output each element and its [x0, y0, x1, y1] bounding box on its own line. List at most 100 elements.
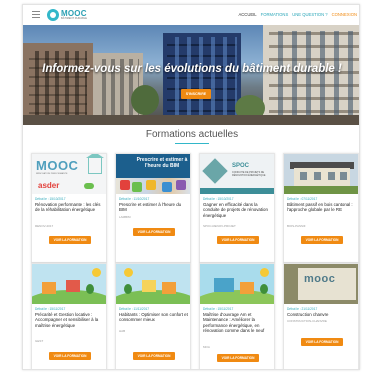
course-thumbnail: [116, 264, 190, 304]
course-card[interactable]: Prescrire et estimer à l'heure du BIM Dé…: [115, 153, 191, 263]
house-icon: [240, 282, 254, 294]
hero-title: Informez-vous sur les évolutions du bâti…: [42, 63, 342, 75]
course-thumbnail: Prescrire et estimer à l'heure du BIM: [116, 154, 190, 194]
course-title: Rénovation performante : les clés de la …: [35, 202, 101, 213]
site-logo[interactable]: MOOC BÂTIMENT DURABLE: [47, 8, 87, 22]
section-title: Formations actuelles: [145, 129, 239, 140]
course-card[interactable]: SPOC CONDUITE DE PROJETS DE RÉNOVATION É…: [199, 153, 275, 263]
hero-tree: [131, 85, 159, 115]
course-code: CONSTRUCTION-CHANVRE: [287, 319, 327, 323]
course-card[interactable]: Début le : 11/11/2017 Habitants : Optimi…: [115, 263, 191, 369]
house-icon: [42, 282, 56, 294]
spoc-logo-icon: [202, 158, 228, 184]
course-start-date: Début le : 07/11/2017: [287, 197, 318, 201]
course-start-date: Début le : 21/11/2017: [287, 307, 318, 311]
nav-connexion[interactable]: CONNEXION: [332, 12, 357, 17]
course-title: Précarité et Gestion locative : Accompag…: [35, 312, 99, 328]
course-card[interactable]: mooc Début le : 21/11/2017 Construction …: [283, 263, 359, 369]
course-title: Prescrire et estimer à l'heure du BIM: [119, 202, 182, 213]
hero-ground: [23, 115, 359, 125]
view-course-button[interactable]: VOIR LA FORMATION: [217, 354, 259, 362]
course-start-date: Début le : 15/10/2017: [35, 197, 66, 201]
course-title: Maîtrise d'ouvrage Am et Maintenance : A…: [203, 312, 265, 333]
hero-building-windows: [269, 31, 359, 123]
bim-tile-icon: [176, 180, 186, 190]
view-course-button[interactable]: VOIR LA FORMATION: [301, 338, 343, 346]
course-thumbnail: mooc: [284, 264, 358, 304]
nav-question[interactable]: UNE QUESTION ?: [292, 12, 327, 17]
course-title: Gagner en efficacité dans la conduite de…: [203, 202, 268, 218]
thumbnail-subtitle: RÉNOVATION PERFORMANTE: [36, 173, 68, 175]
course-code: SPOC-RENOV-PROJET: [203, 224, 236, 228]
course-start-date: Début le : 15/11/2017: [203, 307, 234, 311]
house-window: [300, 172, 307, 180]
course-code: RENOV-2017: [35, 224, 54, 228]
course-card[interactable]: MOOC RÉNOVATION PERFORMANTE asder Début …: [31, 153, 107, 263]
view-course-button[interactable]: VOIR LA FORMATION: [133, 352, 175, 360]
view-course-button[interactable]: VOIR LA FORMATION: [217, 236, 259, 244]
course-thumbnail: MOOC RÉNOVATION PERFORMANTE asder: [32, 154, 106, 194]
signup-button[interactable]: S'INSCRIRE: [181, 89, 211, 99]
course-card[interactable]: Début le : 15/11/2017 Maîtrise d'ouvrage…: [199, 263, 275, 369]
nav-formations[interactable]: FORMATIONS: [261, 12, 289, 17]
section-divider: [175, 143, 209, 144]
sun-icon: [92, 268, 101, 277]
course-code: GEST: [35, 339, 44, 343]
partner-logo-icon: [84, 183, 94, 189]
view-course-button[interactable]: VOIR LA FORMATION: [133, 228, 175, 236]
house-icon: [214, 278, 234, 292]
course-title: Construction chanvre: [287, 312, 329, 317]
bim-tile-icon: [132, 182, 142, 192]
house-icon: [66, 280, 80, 292]
course-thumbnail: [284, 154, 358, 194]
tree-icon: [260, 284, 268, 294]
nav-accueil[interactable]: ACCUEIL: [238, 12, 256, 17]
hero-building-windows: [167, 37, 237, 121]
course-thumbnail: [200, 264, 274, 304]
course-title: Habitants : Optimiser son confort et con…: [119, 312, 188, 323]
house-window: [314, 172, 321, 180]
course-code: BOIS-PASSIF: [287, 224, 306, 228]
course-start-date: Début le : 15/10/2017: [203, 197, 234, 201]
bim-tile-icon: [162, 182, 172, 192]
thumbnail-title: mooc: [304, 273, 336, 285]
bim-tile-icon: [120, 180, 130, 190]
course-card[interactable]: Début le : 07/11/2017 Bâtiment passif en…: [283, 153, 359, 263]
menu-icon[interactable]: [32, 11, 40, 18]
house-window: [328, 172, 335, 180]
course-card[interactable]: Début le : 15/11/2017 Précarité et Gesti…: [31, 263, 107, 369]
partner-logo: asder: [38, 181, 60, 190]
browser-frame: MOOC BÂTIMENT DURABLE ACCUEIL FORMATIONS…: [22, 4, 360, 370]
logo-mark-icon: [47, 9, 59, 21]
thumbnail-band: [200, 188, 274, 194]
sun-icon: [124, 268, 133, 277]
site-header: MOOC BÂTIMENT DURABLE ACCUEIL FORMATIONS…: [23, 5, 359, 25]
view-course-button[interactable]: VOIR LA FORMATION: [301, 236, 343, 244]
thumbnail-title: Prescrire et estimer à l'heure du BIM: [136, 157, 188, 169]
house-icon: [162, 282, 176, 294]
course-title: Bâtiment passif en bois cantonal : l'app…: [287, 202, 353, 213]
view-course-button[interactable]: VOIR LA FORMATION: [49, 352, 91, 360]
main-nav: ACCUEIL FORMATIONS UNE QUESTION ? CONNEX…: [238, 12, 357, 17]
course-start-date: Début le : 11/11/2017: [119, 307, 150, 311]
course-start-date: Début le : 15/11/2017: [35, 307, 66, 311]
course-code: MOA: [203, 345, 210, 349]
logo-subtitle: BÂTIMENT DURABLE: [61, 16, 88, 20]
sun-icon: [260, 268, 269, 277]
course-thumbnail: SPOC CONDUITE DE PROJETS DE RÉNOVATION É…: [200, 154, 274, 194]
bim-tile-icon: [146, 180, 156, 190]
view-course-button[interactable]: VOIR LA FORMATION: [49, 236, 91, 244]
thumbnail-title: MOOC: [36, 158, 79, 173]
course-start-date: Début le : 11/10/2017: [119, 197, 150, 201]
course-code: LAMBIM: [119, 215, 131, 219]
tree-icon: [86, 284, 94, 294]
hero-building-windows: [29, 51, 87, 121]
house-icon: [86, 154, 104, 174]
course-thumbnail: [32, 264, 106, 304]
thumbnail-title: SPOC: [232, 163, 250, 169]
hero-banner: Informez-vous sur les évolutions du bâti…: [23, 25, 359, 125]
house-window: [340, 172, 347, 180]
tree-icon: [124, 284, 132, 294]
house-icon: [142, 280, 156, 292]
course-code: HAB: [119, 329, 126, 333]
